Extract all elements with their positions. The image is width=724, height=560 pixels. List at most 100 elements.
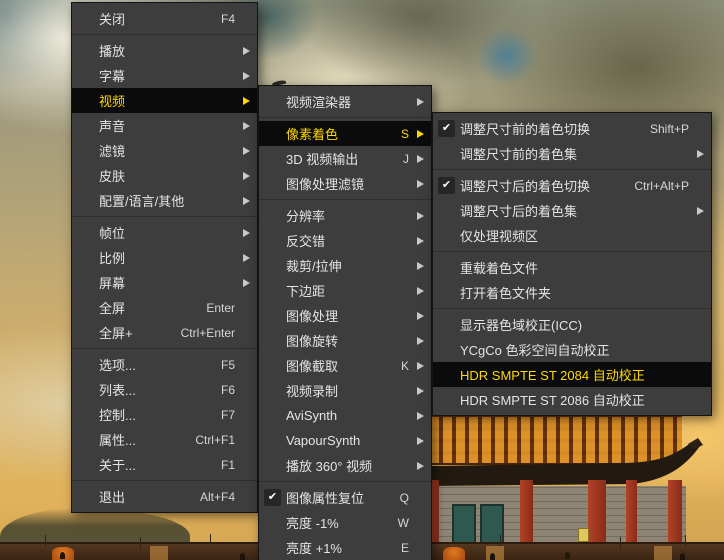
arrow-spacer — [239, 320, 250, 345]
menu-item-fullscreen-plus[interactable]: 全屏+ Ctrl+Enter — [72, 320, 257, 345]
menu-item-close[interactable]: 关闭 F4 — [72, 6, 257, 31]
menu-item-label: 图像旋转 — [286, 334, 339, 349]
menu-item-play[interactable]: 播放 — [72, 38, 257, 63]
menu-item-label: 图像处理滤镜 — [286, 177, 365, 192]
menu-item-config-language-other[interactable]: 配置/语言/其他 — [72, 188, 257, 213]
arrow-spacer — [239, 352, 250, 377]
shortcut-label: S — [400, 126, 409, 141]
menu-item-label: 全屏+ — [99, 326, 133, 341]
menu-item-post-resize-shader-set[interactable]: 调整尺寸后的着色集 — [433, 198, 711, 223]
shortcut-label: F6 — [220, 382, 235, 397]
arrow-spacer — [239, 377, 250, 402]
menu-item-label: 声音 — [99, 119, 126, 134]
menu-item-image-capture[interactable]: 图像截取 K — [259, 353, 431, 378]
menu-item-hdr-smpte-st-2086-auto-correction[interactable]: HDR SMPTE ST 2086 自动校正 — [433, 387, 711, 412]
menu-item-label: 调整尺寸前的着色切换 — [460, 122, 591, 137]
menu-item-3d-video-output[interactable]: 3D 视频输出 J — [259, 146, 431, 171]
menu-item-label: 退出 — [99, 490, 126, 505]
menu-item-about[interactable]: 关于... F1 — [72, 452, 257, 477]
menu-item-brightness-plus-1[interactable]: 亮度 +1% E — [259, 535, 431, 560]
menu-item-label: AviSynth — [286, 408, 338, 423]
menu-item-resolution[interactable]: 分辨率 — [259, 203, 431, 228]
submenu-arrow-icon — [413, 303, 424, 328]
menu-item-video-recording[interactable]: 视频录制 — [259, 378, 431, 403]
menu-item-label: 播放 360° 视频 — [286, 459, 373, 474]
submenu-arrow-icon — [413, 89, 424, 114]
menu-item-reload-shader-files[interactable]: 重载着色文件 — [433, 255, 711, 280]
menu-item-skins[interactable]: 皮肤 — [72, 163, 257, 188]
menu-item-label: 属性... — [99, 433, 136, 448]
menu-item-subtitles[interactable]: 字幕 — [72, 63, 257, 88]
menu-separator — [433, 308, 711, 309]
submenu-arrow-icon — [239, 138, 250, 163]
menu-item-post-resize-shader-toggle[interactable]: ✔ 调整尺寸后的着色切换 Ctrl+Alt+P — [433, 173, 711, 198]
menu-item-bottom-margin[interactable]: 下边距 — [259, 278, 431, 303]
arrow-spacer — [693, 387, 704, 412]
menu-item-pre-resize-shader-toggle[interactable]: ✔ 调整尺寸前的着色切换 Shift+P — [433, 116, 711, 141]
menu-separator — [72, 216, 257, 217]
arrow-spacer — [693, 173, 704, 198]
arrow-spacer — [693, 116, 704, 141]
menu-item-crop-stretch[interactable]: 裁剪/拉伸 — [259, 253, 431, 278]
menu-item-open-shader-folder[interactable]: 打开着色文件夹 — [433, 280, 711, 305]
menu-item-frame-step[interactable]: 帧位 — [72, 220, 257, 245]
menu-item-label: 图像处理 — [286, 309, 339, 324]
shortcut-label: F5 — [220, 357, 235, 372]
shortcut-label: W — [397, 515, 409, 530]
menu-item-control[interactable]: 控制... F7 — [72, 402, 257, 427]
menu-item-play-360-video[interactable]: 播放 360° 视频 — [259, 453, 431, 478]
menu-item-exit[interactable]: 退出 Alt+F4 — [72, 484, 257, 509]
menu-item-label: 像素着色 — [286, 127, 339, 142]
menu-item-playlist[interactable]: 列表... F6 — [72, 377, 257, 402]
arrow-spacer — [239, 402, 250, 427]
menu-item-brightness-minus-1[interactable]: 亮度 -1% W — [259, 510, 431, 535]
menu-item-pre-resize-shader-set[interactable]: 调整尺寸前的着色集 — [433, 141, 711, 166]
menu-separator — [72, 480, 257, 481]
menu-item-label: 配置/语言/其他 — [99, 194, 185, 209]
menu-item-process-video-area-only[interactable]: 仅处理视频区 — [433, 223, 711, 248]
menu-item-hdr-smpte-st-2084-auto-correction[interactable]: HDR SMPTE ST 2084 自动校正 — [433, 362, 711, 387]
shortcut-label: Shift+P — [649, 121, 689, 136]
menu-item-filters[interactable]: 滤镜 — [72, 138, 257, 163]
menu-item-screen[interactable]: 屏幕 — [72, 270, 257, 295]
menu-item-display-gamut-correction-icc[interactable]: 显示器色域校正(ICC) — [433, 312, 711, 337]
menu-item-ycgco-colorspace-auto-correction[interactable]: YCgCo 色彩空间自动校正 — [433, 337, 711, 362]
menu-item-label: 帧位 — [99, 226, 126, 241]
menu-item-label: 滤镜 — [99, 144, 126, 159]
menu-item-label: 打开着色文件夹 — [460, 286, 552, 301]
submenu-pixel-shader: ✔ 调整尺寸前的着色切换 Shift+P 调整尺寸前的着色集 ✔ 调整尺寸后的着色切换 Ct… — [432, 112, 712, 416]
menu-item-fullscreen[interactable]: 全屏 Enter — [72, 295, 257, 320]
menu-item-label: 视频录制 — [286, 384, 339, 399]
submenu-arrow-icon — [693, 141, 704, 166]
menu-item-label: 反交错 — [286, 234, 326, 249]
menu-item-label: 显示器色域校正(ICC) — [460, 318, 583, 333]
menu-item-image-processing[interactable]: 图像处理 — [259, 303, 431, 328]
menu-item-avisynth[interactable]: AviSynth — [259, 403, 431, 428]
flag-poles — [45, 535, 46, 546]
menu-item-options[interactable]: 选项... F5 — [72, 352, 257, 377]
menu-item-image-processing-filters[interactable]: 图像处理滤镜 — [259, 171, 431, 196]
player-window: 关闭 F4 播放 字幕 视频 声音 滤镜 皮肤 配置/语言/其他 帧位 比例 屏幕 全屏 Enter 全屏+… — [0, 0, 724, 560]
arrow-spacer — [413, 535, 424, 560]
menu-item-vapoursynth[interactable]: VapourSynth — [259, 428, 431, 453]
submenu-arrow-icon — [413, 353, 424, 378]
submenu-arrow-icon — [239, 245, 250, 270]
menu-item-reset-image-properties[interactable]: ✔ 图像属性复位 Q — [259, 485, 431, 510]
menu-item-deinterlace[interactable]: 反交错 — [259, 228, 431, 253]
arrow-spacer — [239, 6, 250, 31]
submenu-arrow-icon — [239, 188, 250, 213]
menu-item-pixel-shaders[interactable]: 像素着色 S — [259, 121, 431, 146]
menu-separator — [72, 348, 257, 349]
shortcut-label: E — [400, 540, 409, 555]
menu-item-audio[interactable]: 声音 — [72, 113, 257, 138]
menu-item-video[interactable]: 视频 — [72, 88, 257, 113]
menu-item-video-renderer[interactable]: 视频渲染器 — [259, 89, 431, 114]
menu-item-image-rotation[interactable]: 图像旋转 — [259, 328, 431, 353]
menu-separator — [259, 199, 431, 200]
menu-item-aspect-ratio[interactable]: 比例 — [72, 245, 257, 270]
shortcut-label: K — [400, 358, 409, 373]
menu-item-properties[interactable]: 属性... Ctrl+F1 — [72, 427, 257, 452]
shortcut-label: Q — [399, 490, 409, 505]
orange-roof-detail — [443, 547, 465, 560]
checkmark-box: ✔ — [438, 177, 455, 194]
